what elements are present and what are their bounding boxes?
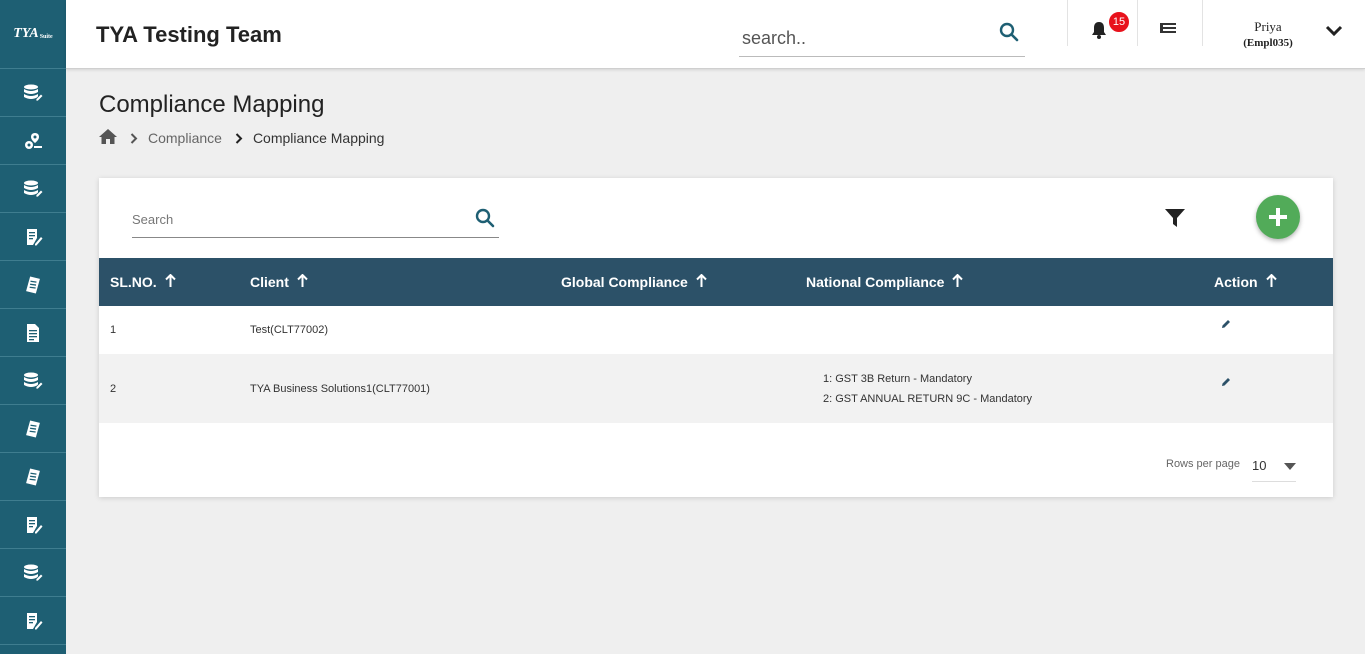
cell-national-compliance: 1: GST 3B Return - Mandatory 2: GST ANNUA… <box>795 354 1203 423</box>
user-name: Priya <box>1254 19 1282 34</box>
location-settings-icon <box>23 131 43 151</box>
global-search-input[interactable] <box>742 28 982 49</box>
header-divider <box>1137 0 1138 46</box>
compliance-mapping-card: SL.NO. Client Global Compliance National Co… <box>99 178 1333 497</box>
checklist-edit-icon <box>23 419 43 439</box>
rows-per-page-select[interactable]: 10 <box>1252 450 1296 482</box>
column-header-action[interactable]: Action <box>1203 258 1333 306</box>
document-edit-icon <box>23 515 43 535</box>
column-header-sl-no[interactable]: SL.NO. <box>99 258 239 306</box>
column-header-label: National Compliance <box>806 273 945 290</box>
column-header-label: Client <box>250 273 289 290</box>
compliance-table: SL.NO. Client Global Compliance National Co… <box>99 258 1333 423</box>
list-item: 2: GST ANNUAL RETURN 9C - Mandatory <box>823 392 1033 405</box>
checklist-edit-icon <box>23 275 43 295</box>
document-edit-icon <box>23 611 43 631</box>
sort-arrow-up-icon[interactable] <box>952 273 964 290</box>
notification-bell-icon[interactable] <box>1090 20 1108 45</box>
cell-global-compliance <box>550 354 795 423</box>
user-profile[interactable]: Priya (Empl035) <box>1226 19 1310 49</box>
breadcrumb-compliance[interactable]: Compliance <box>148 130 222 146</box>
table-row: 2 TYA Business Solutions1(CLT77001) 1: GST… <box>99 354 1333 423</box>
cell-sl-no: 2 <box>110 382 117 395</box>
list-item: 1: GST 3B Return - Mandatory <box>823 372 972 385</box>
document-edit-icon <box>23 227 43 247</box>
document-icon <box>23 323 43 343</box>
filter-icon[interactable] <box>1165 208 1185 233</box>
chevron-right-icon <box>130 132 138 144</box>
database-edit-icon <box>23 83 43 103</box>
sidebar-item-11[interactable] <box>0 549 66 597</box>
cell-global-compliance <box>550 306 795 354</box>
sidebar-item-7[interactable] <box>0 357 66 405</box>
pagination: Rows per page 10 <box>1166 446 1296 482</box>
add-button[interactable] <box>1256 195 1300 239</box>
logo-suffix: Suite <box>39 34 53 40</box>
search-icon[interactable] <box>999 22 1019 47</box>
cell-action <box>1203 354 1333 423</box>
column-header-label: Action <box>1214 273 1258 290</box>
cell-sl-no: 1 <box>110 324 117 336</box>
logo-text: TYA <box>13 26 39 41</box>
column-header-global-compliance[interactable]: Global Compliance <box>550 258 795 306</box>
national-compliance-list: 1: GST 3B Return - Mandatory 2: GST ANNUA… <box>806 369 1203 409</box>
sidebar-item-10[interactable] <box>0 501 66 549</box>
page-title: Compliance Mapping <box>99 91 325 118</box>
cell-client: Test(CLT77002) <box>250 324 329 336</box>
notification-badge: 15 <box>1108 11 1130 33</box>
global-search <box>739 14 1025 57</box>
search-icon[interactable] <box>475 208 495 233</box>
cell-client: TYA Business Solutions1(CLT77001) <box>250 382 430 395</box>
header-divider <box>1067 0 1068 46</box>
chevron-right-icon <box>235 132 243 144</box>
database-edit-icon <box>23 371 43 391</box>
edit-pencil-icon[interactable] <box>1221 377 1231 390</box>
plus-icon <box>1269 208 1287 226</box>
table-header-row: SL.NO. Client Global Compliance National Co… <box>99 258 1333 306</box>
top-header: TYA Testing Team 15 Priya (Empl035) <box>66 0 1365 69</box>
chevron-down-icon[interactable] <box>1325 24 1343 42</box>
column-header-label: SL.NO. <box>110 273 157 290</box>
rows-per-page-value: 10 <box>1252 458 1267 473</box>
sidebar-item-6[interactable] <box>0 309 66 357</box>
database-edit-icon <box>23 179 43 199</box>
user-id: (Empl035) <box>1243 37 1293 49</box>
table-search-input[interactable] <box>132 212 452 227</box>
sidebar-item-3[interactable] <box>0 165 66 213</box>
sort-arrow-up-icon[interactable] <box>297 273 308 290</box>
sidebar-item-12[interactable] <box>0 597 66 645</box>
table-search <box>132 200 499 238</box>
sidebar-item-8[interactable] <box>0 405 66 453</box>
checklist-edit-icon <box>23 467 43 487</box>
column-header-label: Global Compliance <box>561 273 688 290</box>
database-edit-icon <box>23 563 43 583</box>
sidebar-item-2[interactable] <box>0 117 66 165</box>
app-logo[interactable]: TYA Suite <box>0 0 66 69</box>
app-title: TYA Testing Team <box>96 22 282 47</box>
header-divider <box>1202 0 1203 46</box>
column-header-national-compliance[interactable]: National Compliance <box>795 258 1203 306</box>
cell-action <box>1203 306 1333 354</box>
sort-arrow-up-icon[interactable] <box>1265 273 1277 290</box>
cell-national-compliance <box>795 306 1203 354</box>
list-menu-icon[interactable] <box>1160 22 1176 41</box>
column-header-client[interactable]: Client <box>239 258 550 306</box>
sidebar-item-9[interactable] <box>0 453 66 501</box>
breadcrumb-current: Compliance Mapping <box>252 130 385 146</box>
rows-per-page-label: Rows per page <box>1166 458 1240 470</box>
edit-pencil-icon[interactable] <box>1221 319 1231 332</box>
sidebar-item-5[interactable] <box>0 261 66 309</box>
sidebar: TYA Suite <box>0 0 66 654</box>
breadcrumb: Compliance Compliance Mapping <box>99 129 384 147</box>
sort-arrow-up-icon[interactable] <box>696 273 707 290</box>
sidebar-item-1[interactable] <box>0 69 66 117</box>
sidebar-item-4[interactable] <box>0 213 66 261</box>
sort-arrow-up-icon[interactable] <box>164 273 176 290</box>
caret-down-icon <box>1284 458 1296 473</box>
table-row: 1 Test(CLT77002) <box>99 306 1333 354</box>
home-icon[interactable] <box>99 129 117 147</box>
